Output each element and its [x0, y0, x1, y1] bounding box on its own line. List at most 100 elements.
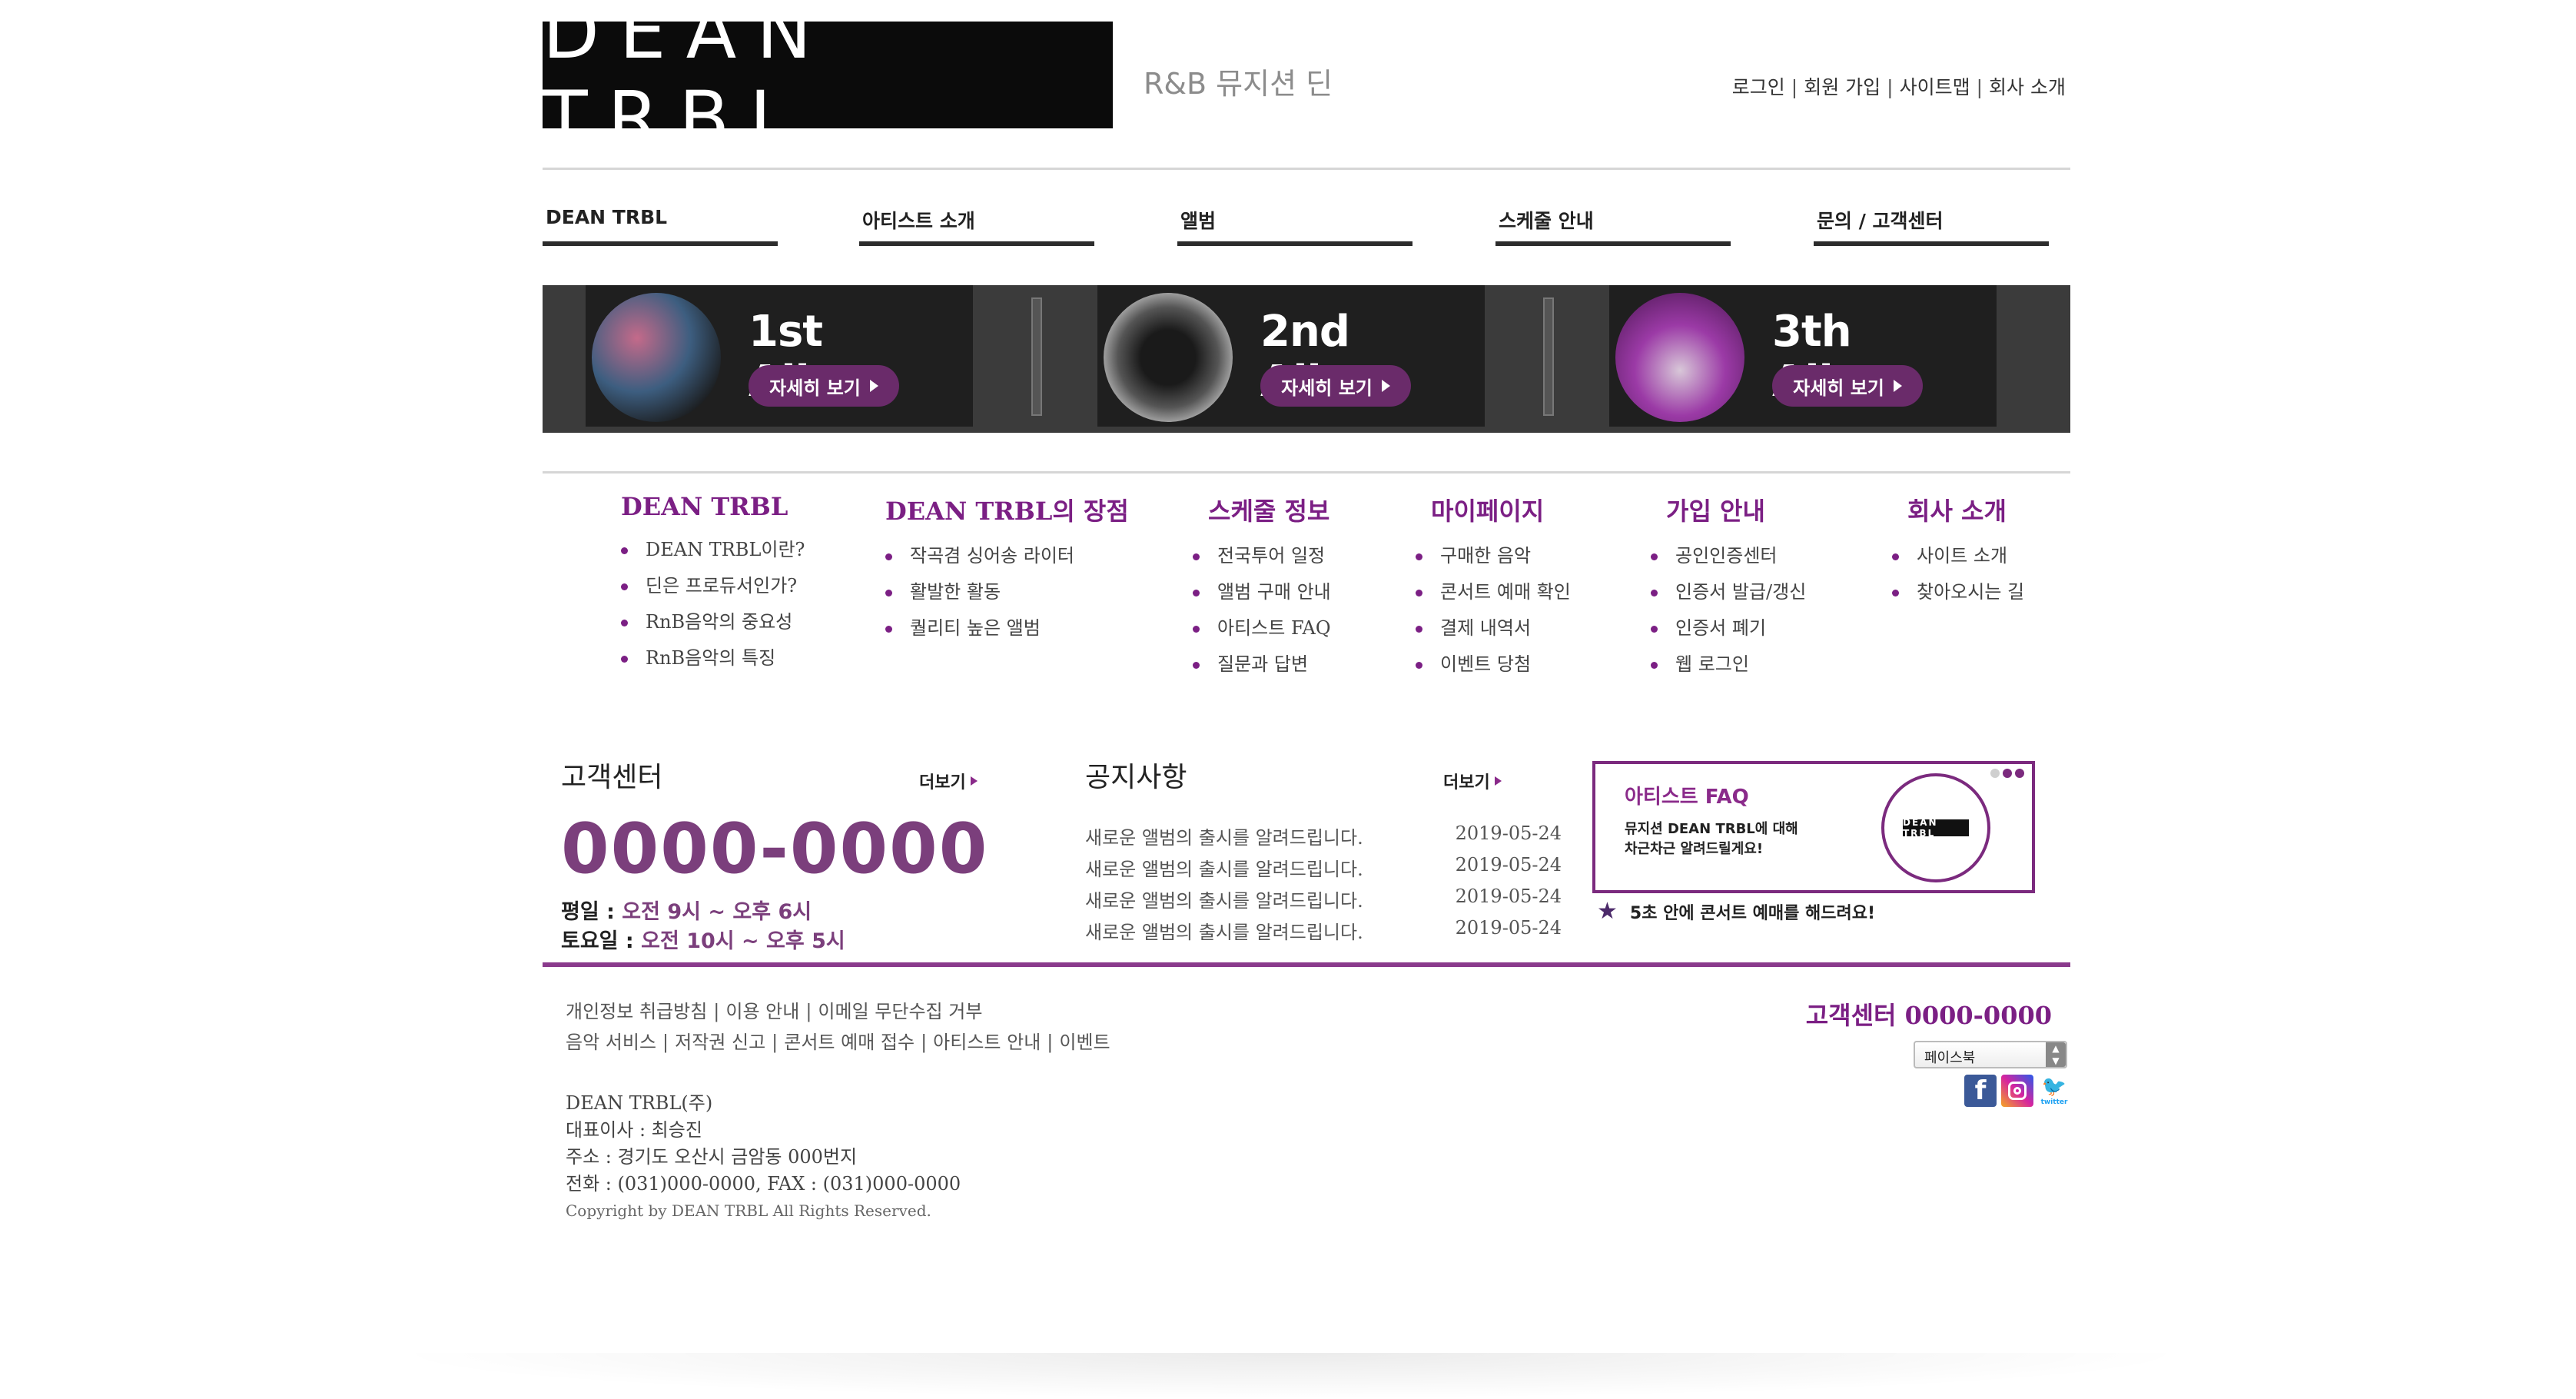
album-cover-1 [592, 293, 721, 422]
star-icon: ★ [1597, 898, 1618, 925]
footer-customer-center: 고객센터 0000-0000 [1805, 1001, 2052, 1030]
company-address: 주소 : 경기도 오산시 금암동 000번지 [566, 1146, 858, 1168]
page-shadow [384, 1353, 2198, 1399]
mini-logo: DEAN TRBL [1903, 817, 1969, 839]
album-more-button[interactable]: 자세히 보기 [1260, 365, 1411, 407]
carousel-dots[interactable] [1990, 769, 2024, 778]
nav-artist[interactable]: 아티스트 소개 [859, 201, 1094, 246]
nav-label: 문의 / 고객센터 [1817, 210, 1944, 232]
email-policy-link[interactable]: 이메일 무단수집 거부 [818, 1001, 982, 1022]
sitemap-item[interactable]: RnB음악의 특징 [621, 640, 805, 676]
album-card-1[interactable]: 1st Album 자세히 보기 [586, 285, 973, 427]
notice-row[interactable]: 새로운 앨범의 출시를 알려드립니다. 2019-05-24 [1085, 854, 1562, 886]
saturday-hours: 토요일 : 오전 10시 ~ 오후 5시 [561, 929, 845, 953]
arrow-right-icon [970, 776, 978, 786]
notice-title: 공지사항 [1085, 762, 1187, 793]
sitemap-col-signup: 가입 안내 공인인증센터 인증서 발급/갱신 인증서 폐기 웹 로그인 [1651, 492, 1806, 683]
terms-link[interactable]: 이용 안내 [725, 1001, 799, 1022]
banner-divider [1543, 297, 1554, 416]
event-link[interactable]: 이벤트 [1059, 1032, 1110, 1053]
arrow-right-icon [1494, 776, 1502, 786]
concert-booking-link[interactable]: 콘서트 예매 접수 [784, 1032, 915, 1053]
sitemap: DEAN TRBL DEAN TRBL이란? 딘은 프로듀서인가? RnB음악의… [543, 492, 2070, 692]
sitemap-item[interactable]: 웹 로그인 [1651, 646, 1806, 683]
notice-row[interactable]: 새로운 앨범의 출시를 알려드립니다. 2019-05-24 [1085, 917, 1562, 949]
notice-row[interactable]: 새로운 앨범의 출시를 알려드립니다. 2019-05-24 [1085, 822, 1562, 854]
sitemap-item[interactable]: 딘은 프로듀서인가? [621, 568, 805, 604]
sitemap-item[interactable]: 앨범 구매 안내 [1193, 574, 1331, 610]
select-value: 페이스북 [1924, 1050, 1976, 1066]
sitemap-item[interactable]: 결제 내역서 [1416, 610, 1571, 646]
sitemap-item[interactable]: 질문과 답변 [1193, 646, 1331, 683]
sitemap-item[interactable]: 활발한 활동 [885, 574, 1129, 610]
facebook-icon[interactable]: f [1964, 1075, 1997, 1107]
album-more-button[interactable]: 자세히 보기 [1772, 365, 1923, 407]
login-link[interactable]: 로그인 [1732, 76, 1785, 98]
sitemap-item[interactable]: 아티스트 FAQ [1193, 610, 1331, 646]
logo-text: DEAN TRBL [543, 0, 832, 161]
copyright: Copyright by DEAN TRBL All Rights Reserv… [566, 1201, 931, 1220]
customer-center-more-link[interactable]: 더보기 [919, 769, 978, 793]
privacy-link[interactable]: 개인정보 취급방침 [566, 1001, 707, 1022]
album-cover-3 [1615, 293, 1744, 422]
sitemap-heading[interactable]: 가입 안내 [1651, 492, 1806, 527]
nav-album[interactable]: 앨범 [1177, 201, 1412, 246]
twitter-icon[interactable]: 🐦 twitter [2038, 1075, 2070, 1107]
sitemap-col-strengths: DEAN TRBL의 장점 작곡겸 싱어송 라이터 활발한 활동 퀄리티 높은 … [885, 492, 1129, 646]
sitemap-heading[interactable]: DEAN TRBL [621, 492, 805, 521]
sitemap-item[interactable]: RnB음악의 중요성 [621, 604, 805, 640]
sitemap-item[interactable]: 작곡겸 싱어송 라이터 [885, 538, 1129, 574]
footer-links-row1: 개인정보 취급방침 | 이용 안내 | 이메일 무단수집 거부 [566, 1001, 983, 1022]
select-arrow-icon: ▲ ▼ [2046, 1042, 2066, 1067]
signup-link[interactable]: 회원 가입 [1804, 76, 1881, 98]
sitemap-heading[interactable]: DEAN TRBL의 장점 [885, 492, 1129, 527]
sitemap-col-dean-trbl: DEAN TRBL DEAN TRBL이란? 딘은 프로듀서인가? RnB음악의… [621, 492, 805, 676]
nav-schedule[interactable]: 스케줄 안내 [1495, 201, 1731, 246]
page: DEAN TRBL R&B 뮤지션 딘 로그인 | 회원 가입 | 사이트맵 | 회사 소개… [538, 0, 2070, 1391]
sitemap-item[interactable]: 공인인증센터 [1651, 538, 1806, 574]
album-card-2[interactable]: 2nd Album 자세히 보기 [1097, 285, 1485, 427]
artist-faq-banner[interactable]: 아티스트 FAQ 뮤지션 DEAN TRBL에 대해 차근차근 알려드릴게요! D… [1592, 761, 2035, 893]
sitemap-item[interactable]: 콘서트 예매 확인 [1416, 574, 1571, 610]
customer-center-title: 고객센터 [561, 762, 663, 793]
album-card-3[interactable]: 3th Album 자세히 보기 [1609, 285, 1997, 427]
sitemap-item[interactable]: 이벤트 당첨 [1416, 646, 1571, 683]
sitemap-item[interactable]: 구매한 음악 [1416, 538, 1571, 574]
banner-divider-line [543, 471, 2070, 474]
utility-links: 로그인 | 회원 가입 | 사이트맵 | 회사 소개 [1732, 72, 2066, 100]
sns-select[interactable]: 페이스북 ▲ ▼ [1914, 1041, 2067, 1068]
sitemap-heading[interactable]: 회사 소개 [1892, 492, 2024, 527]
nav-dean-trbl[interactable]: DEAN TRBL [543, 201, 778, 246]
site-logo[interactable]: DEAN TRBL [543, 0, 1113, 161]
album-cover-2 [1104, 293, 1233, 422]
sitemap-heading[interactable]: 마이페이지 [1416, 492, 1571, 527]
faq-note: ★ 5초 안에 콘서트 예매를 해드려요! [1597, 898, 1876, 925]
instagram-icon[interactable] [2001, 1075, 2033, 1107]
arrow-right-icon [1893, 380, 1902, 392]
sitemap-item[interactable]: 인증서 발급/갱신 [1651, 574, 1806, 610]
sitemap-item[interactable]: 인증서 폐기 [1651, 610, 1806, 646]
album-more-button[interactable]: 자세히 보기 [749, 365, 899, 407]
artist-info-link[interactable]: 아티스트 안내 [933, 1032, 1041, 1053]
sitemap-link[interactable]: 사이트맵 [1900, 76, 1970, 98]
tagline: R&B 뮤지션 딘 [1144, 67, 1333, 101]
nav-label: 앨범 [1180, 210, 1217, 232]
album-banner: 1st Album 자세히 보기 2nd Album 자세히 보기 3th Al… [543, 285, 2070, 433]
footer-links-row2: 음악 서비스 | 저작권 신고 | 콘서트 예매 접수 | 아티스트 안내 | 이벤트 [566, 1032, 1110, 1053]
sitemap-item[interactable]: 사이트 소개 [1892, 538, 2024, 574]
notice-row[interactable]: 새로운 앨범의 출시를 알려드립니다. 2019-05-24 [1085, 886, 1562, 917]
sitemap-item[interactable]: 찾아오시는 길 [1892, 574, 2024, 610]
notice-more-link[interactable]: 더보기 [1443, 769, 1502, 793]
sitemap-item[interactable]: 퀄리티 높은 앨범 [885, 610, 1129, 646]
sitemap-item[interactable]: DEAN TRBL이란? [621, 532, 805, 568]
music-service-link[interactable]: 음악 서비스 [566, 1032, 656, 1053]
company-intro-link[interactable]: 회사 소개 [1989, 76, 2066, 98]
main-nav: DEAN TRBL 아티스트 소개 앨범 스케줄 안내 문의 / 고객센터 [543, 201, 2070, 248]
notice-list: 새로운 앨범의 출시를 알려드립니다. 2019-05-24 새로운 앨범의 출시… [1085, 822, 1562, 949]
company-info: DEAN TRBL(주) 대표이사 : 최승진 주소 : 경기도 오산시 금암동… [566, 1090, 961, 1225]
sitemap-item[interactable]: 전국투어 일정 [1193, 538, 1331, 574]
copyright-report-link[interactable]: 저작권 신고 [675, 1032, 765, 1053]
company-phone: 전화 : (031)000-0000, FAX : (031)000-0000 [566, 1173, 961, 1195]
nav-contact[interactable]: 문의 / 고객센터 [1814, 201, 2049, 246]
sitemap-heading[interactable]: 스케줄 정보 [1193, 492, 1331, 527]
